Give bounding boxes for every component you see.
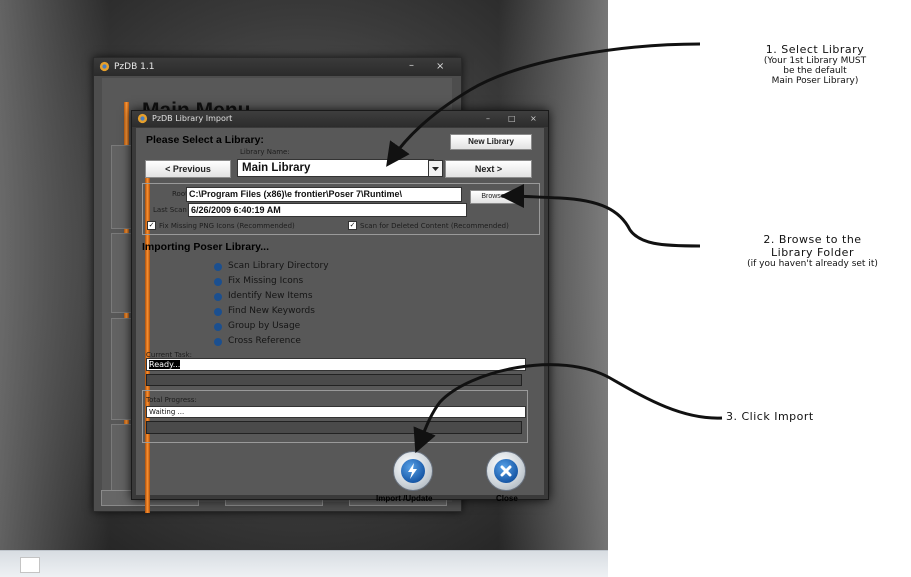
arrow-step1 — [386, 42, 701, 167]
step1-line2: be the default — [783, 66, 847, 76]
arrow-step3 — [413, 363, 723, 454]
annotation-step1: 1. Select Library (Your 1st Library MUST… — [720, 43, 910, 86]
step1-line1: (Your 1st Library MUST — [763, 56, 867, 66]
annotation-arrows — [386, 42, 723, 454]
step1-line3: Main Poser Library) — [771, 76, 859, 86]
step2-title-line1: 2. Browse to the — [763, 233, 862, 246]
step1-title: 1. Select Library — [765, 43, 865, 56]
annotation-step3: 3. Click Import — [726, 410, 876, 423]
annotation-step2: 2. Browse to the Library Folder (if you … — [714, 233, 911, 269]
step2-title-line2: Library Folder — [771, 246, 854, 259]
arrow-step2 — [500, 184, 701, 248]
screenshot-stage: PzDB 1.1 – × Main Menu PzDB Library Impo… — [0, 0, 911, 577]
step2-sub: (if you haven't already set it) — [747, 259, 878, 269]
step3-title: 3. Click Import — [726, 410, 814, 423]
